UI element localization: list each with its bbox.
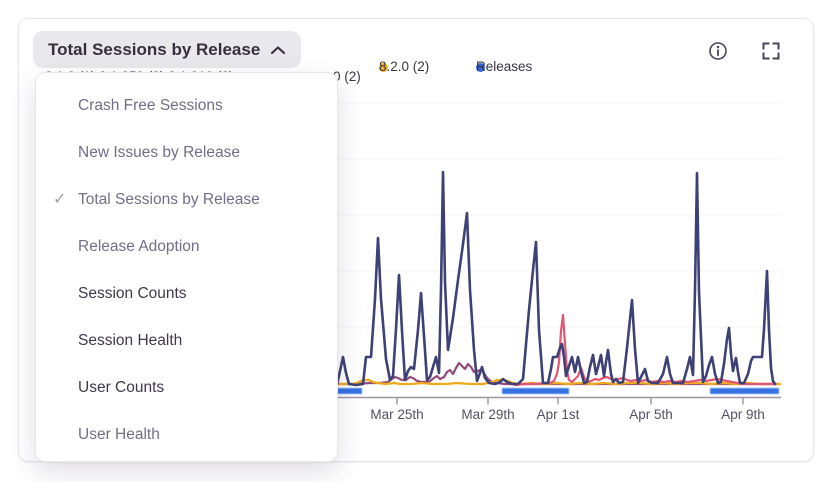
x-axis-label: Mar 25th [370,407,423,422]
menu-item-user-health[interactable]: User Health [36,411,337,458]
widget-title-dropdown-button[interactable]: Total Sessions by Release [33,31,301,68]
menu-item-user-counts[interactable]: User Counts [36,364,337,411]
menu-item-label: New Issues by Release [78,144,240,162]
x-axis-label: Mar 29th [461,407,514,422]
menu-item-new-issues-by-release[interactable]: New Issues by Release [36,129,337,176]
checkmark-icon: ✓ [53,189,66,209]
menu-item-release-adoption[interactable]: Release Adoption [36,223,337,270]
menu-item-total-sessions-by-release[interactable]: ✓ Total Sessions by Release [36,176,337,223]
release-bar[interactable] [710,388,779,394]
menu-item-label: User Health [78,426,160,444]
x-axis-label: Apr 5th [629,407,673,422]
dashboard-page: Mar 25th Mar 29th Apr 1st Apr 5th Apr 9th 8.… [0,0,832,482]
legend-item-label: Releases [476,57,532,77]
info-icon [707,40,729,62]
menu-item-crash-free-sessions[interactable]: Crash Free Sessions [36,82,337,129]
fullscreen-expand-icon [760,40,782,62]
menu-item-label: Crash Free Sessions [78,97,223,115]
widget-type-menu: Crash Free Sessions New Issues by Release… [35,72,338,462]
info-button[interactable] [704,37,731,64]
expand-button[interactable] [757,37,784,64]
x-axis-label: Apr 1st [537,407,580,422]
series-release-pink [515,315,775,385]
widget-header-actions [704,37,784,64]
widget-title: Total Sessions by Release [48,40,260,60]
menu-item-label: User Counts [78,379,164,397]
series-release-navy-total [337,172,775,385]
menu-item-session-health[interactable]: Session Health [36,317,337,364]
menu-item-label: Release Adoption [78,238,200,256]
chevron-up-icon [270,45,286,55]
menu-item-label: Session Counts [78,285,187,303]
release-bar[interactable] [337,388,362,394]
menu-item-session-counts[interactable]: Session Counts [36,270,337,317]
menu-item-label: Session Health [78,332,182,350]
menu-item-label: Total Sessions by Release [78,191,260,209]
legend-item-label: 8.2.0 (2) [379,57,429,77]
release-bar[interactable] [502,388,569,394]
x-axis-label: Apr 9th [721,407,765,422]
